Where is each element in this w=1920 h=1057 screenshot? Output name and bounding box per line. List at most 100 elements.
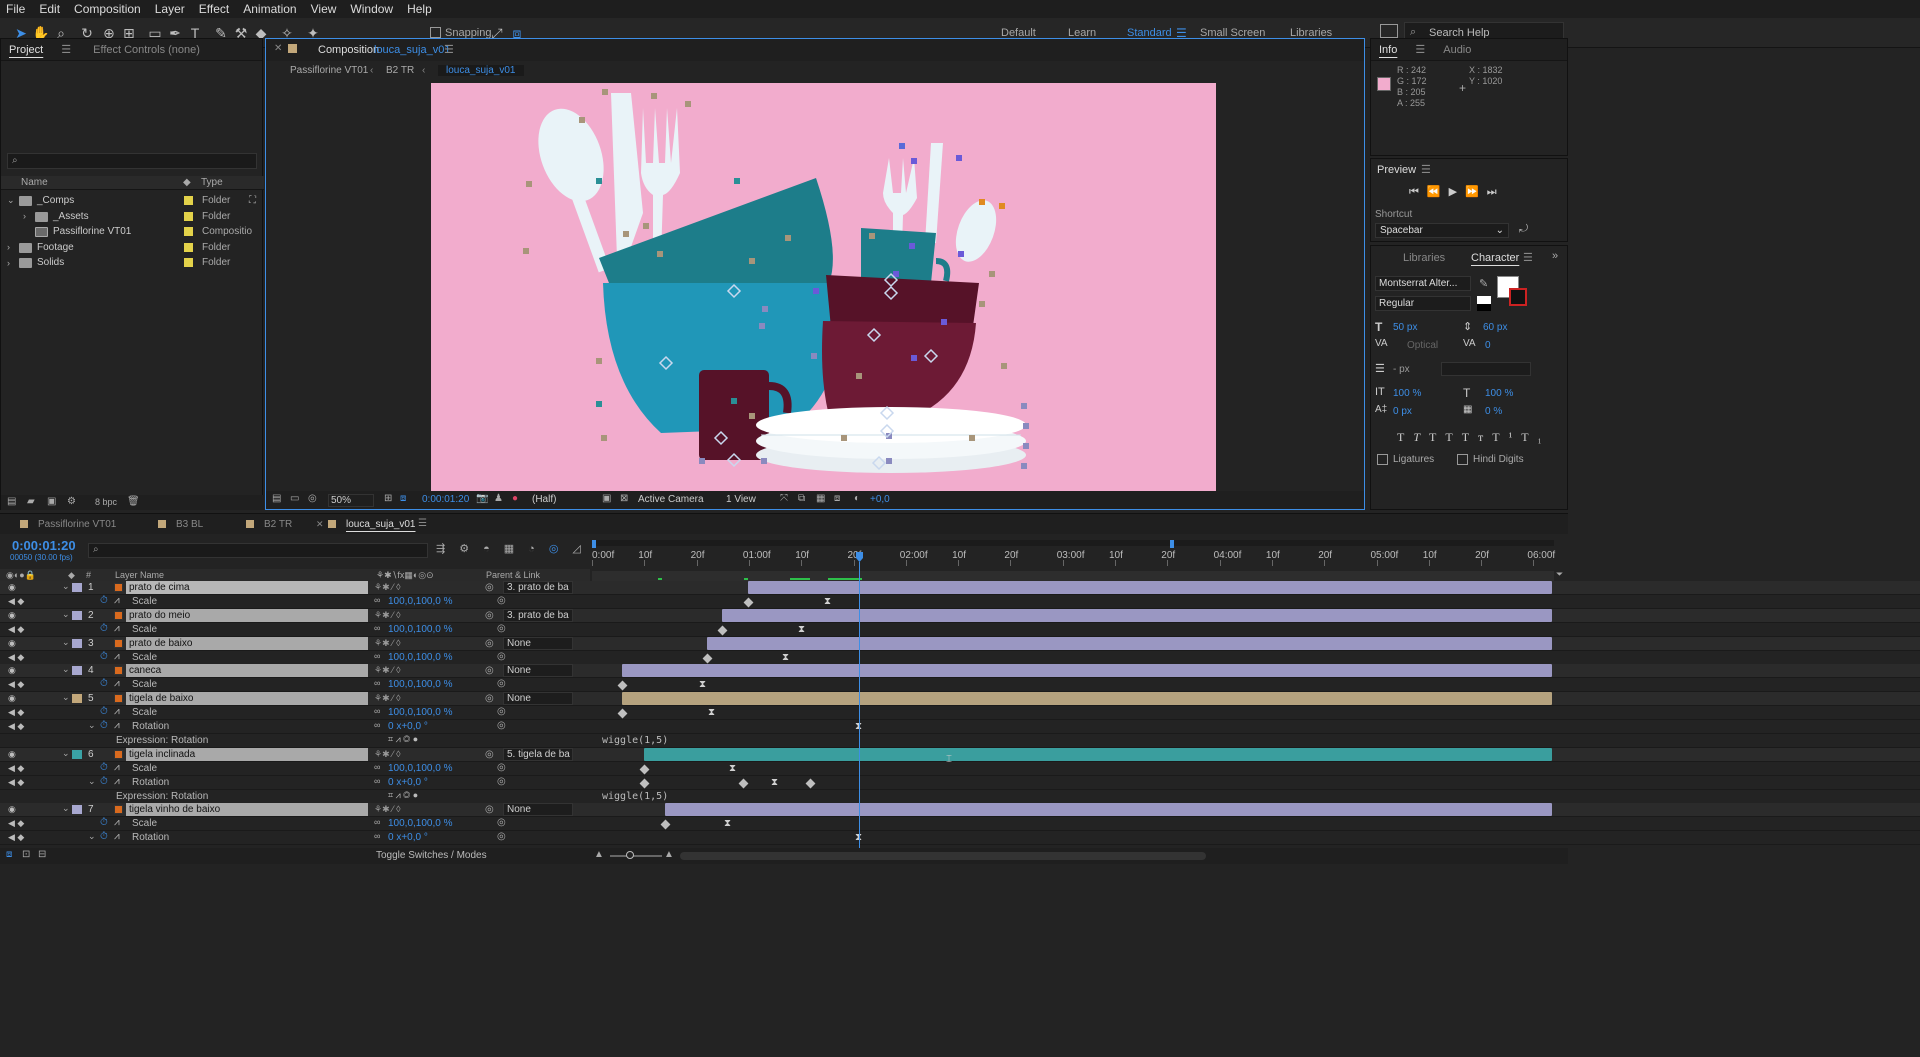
play-icon[interactable]: ▶ — [1449, 186, 1465, 198]
stopwatch-icon[interactable]: ⏱ — [100, 720, 108, 731]
graph-icon[interactable]: ⩘ — [114, 762, 120, 773]
keyframe-nav-icon[interactable]: ◀ ◆ — [8, 596, 24, 607]
pick-whip-icon[interactable]: ◎ — [485, 582, 494, 593]
label-swatch[interactable] — [184, 227, 193, 236]
layer-row[interactable]: ◉ ⌄ 7 tigela vinho de baixo ⚘✱ ⁄ ◊ ◎ None — [0, 803, 1920, 818]
chevron-down-icon[interactable]: ⌄ — [62, 637, 70, 648]
property-value[interactable]: 100,0,100,0 % — [388, 707, 453, 718]
timeline-timecode[interactable]: 0:00:01:20 — [12, 538, 76, 553]
all-caps-icon[interactable]: TT — [1429, 430, 1462, 444]
link-icon[interactable]: ∞ — [374, 762, 380, 772]
pick-whip-icon[interactable]: ◎ — [497, 678, 506, 689]
always-preview-icon[interactable]: ▤ — [272, 493, 281, 504]
keyframe[interactable] — [617, 680, 628, 691]
kerning-value[interactable]: Optical — [1407, 340, 1438, 351]
keyframe-nav-icon[interactable]: ◀ ◆ — [8, 777, 24, 788]
menu-window[interactable]: Window — [350, 2, 393, 16]
flowchart-icon[interactable]: ⛶ — [249, 195, 256, 206]
hold-keyframe-icon[interactable]: ⧗ — [824, 596, 831, 607]
pick-whip-icon[interactable]: ◎ — [497, 817, 506, 828]
eyedropper-icon[interactable]: ✎ — [1479, 277, 1488, 290]
pick-whip-icon[interactable]: ◎ — [497, 762, 506, 773]
label-swatch[interactable] — [184, 242, 193, 252]
column-type[interactable]: Type — [201, 177, 223, 188]
timeline-tab[interactable]: B2 TR — [264, 519, 292, 530]
zoom-slider[interactable] — [610, 855, 662, 857]
link-icon[interactable]: ∞ — [374, 595, 380, 605]
channel-icon[interactable]: ● — [512, 493, 518, 504]
close-icon[interactable]: ✕ — [274, 43, 282, 54]
white-swatch[interactable] — [1477, 296, 1491, 304]
menu-composition[interactable]: Composition — [74, 2, 141, 16]
snapping-checkbox[interactable] — [430, 27, 441, 38]
bit-depth-label[interactable]: 8 bpc — [95, 497, 117, 507]
layer-label-swatch[interactable] — [72, 583, 82, 592]
ligatures-checkbox[interactable] — [1377, 454, 1388, 465]
property-row[interactable]: ◀ ◆ ⌄ ⏱ ⩘ Rotation ∞ 0 x+0,0 ° ◎ ⧗ — [0, 775, 1920, 790]
chevron-right-icon[interactable]: › — [7, 258, 10, 268]
layer-duration-bar[interactable] — [665, 803, 1552, 817]
baseline-shift-value[interactable]: 0 px — [1393, 406, 1412, 417]
keyframe-nav-icon[interactable]: ◀ ◆ — [8, 652, 24, 663]
pick-whip-icon[interactable]: ◎ — [485, 665, 494, 676]
keyframe-nav-icon[interactable]: ◀ ◆ — [8, 707, 24, 718]
pick-whip-icon[interactable]: ◎ — [497, 651, 506, 662]
link-icon[interactable]: ∞ — [374, 706, 380, 716]
eye-icon[interactable]: ◉ — [8, 582, 16, 593]
pick-whip-icon[interactable]: ◎ — [485, 693, 494, 704]
timeline-search-input[interactable]: ⌕ — [88, 543, 428, 558]
comp-tab-name[interactable]: louca_suja_v01 — [374, 44, 450, 56]
keyframe[interactable] — [639, 764, 650, 775]
breadcrumb-item[interactable]: louca_suja_v01 — [438, 65, 524, 76]
property-row[interactable]: ◀ ◆ ⏱ ⩘ Scale ∞ 100,0,100,0 % ◎ ⧗ — [0, 650, 1920, 665]
comp-timecode[interactable]: 0:00:01:20 — [422, 494, 469, 505]
new-comp-icon[interactable]: ▣ — [47, 496, 56, 507]
layer-switches[interactable]: ⚘✱ ⁄ ◊ — [374, 638, 401, 649]
layer-switches[interactable]: ⚘✱ ⁄ ◊ — [374, 804, 401, 815]
panel-menu-icon[interactable]: ☰ — [1523, 251, 1533, 264]
horizontal-scale-value[interactable]: 100 % — [1485, 388, 1513, 399]
layer-row[interactable]: ◉ ⌄ 2 prato do meio ⚘✱ ⁄ ◊ ◎ 3. prato de ba — [0, 608, 1920, 623]
timeline-scrollbar[interactable] — [680, 852, 1206, 860]
chevron-down-icon[interactable]: ⌄ — [62, 609, 70, 620]
keyframe-nav-icon[interactable]: ◀ ◆ — [8, 624, 24, 635]
frame-blend-icon[interactable]: ▦ — [504, 543, 528, 555]
comp-canvas[interactable] — [431, 83, 1216, 491]
menu-view[interactable]: View — [311, 2, 337, 16]
expression-text[interactable]: wiggle(1,5) — [602, 735, 668, 746]
parent-select[interactable]: None — [503, 664, 573, 678]
keyframe[interactable] — [743, 597, 754, 608]
last-frame-icon[interactable]: ⏭ — [1487, 186, 1505, 198]
mask-visibility-icon[interactable]: ◎ — [308, 493, 317, 504]
panel-menu-icon[interactable]: ☰ — [444, 43, 454, 56]
camera-select[interactable]: Active Camera — [638, 494, 704, 505]
pick-whip-icon[interactable]: ◎ — [485, 610, 494, 621]
layer-name[interactable]: prato de cima — [126, 581, 368, 594]
layer-label-swatch[interactable] — [72, 638, 82, 648]
eye-icon[interactable]: ◉ — [8, 749, 16, 760]
work-area-start-handle[interactable] — [592, 540, 596, 548]
faux-italic-icon[interactable]: T — [1413, 430, 1429, 444]
layer-switches[interactable]: ⚘✱ ⁄ ◊ — [374, 582, 401, 593]
motion-blur-icon[interactable]: ◔ — [528, 543, 549, 555]
exposure-reset-icon[interactable]: ◐ — [854, 493, 860, 504]
property-row[interactable]: ◀ ◆ ⏱ ⩘ Scale ∞ 100,0,100,0 % ◎ ⧗ — [0, 678, 1920, 693]
tsume-value[interactable]: 0 % — [1485, 406, 1502, 417]
hold-keyframe-icon[interactable]: ⧗ — [771, 777, 778, 788]
column-name[interactable]: Name — [21, 177, 48, 188]
chevron-down-icon[interactable]: ⌄ — [62, 692, 70, 703]
link-icon[interactable]: ∞ — [374, 831, 380, 841]
column-parent[interactable]: Parent & Link — [486, 570, 540, 580]
keyframe-nav-icon[interactable]: ◀ ◆ — [8, 679, 24, 690]
comp-flow-icon[interactable]: ⇶ — [436, 543, 459, 555]
vertical-scale-value[interactable]: 100 % — [1393, 388, 1421, 399]
panel-toggle-icon[interactable] — [1380, 24, 1398, 38]
resolution-select[interactable]: (Half) — [532, 494, 556, 505]
layer-switches[interactable]: ⚘✱ ⁄ ◊ — [374, 749, 401, 760]
flowchart-icon[interactable]: ⧈ — [834, 493, 840, 504]
region-icon[interactable]: ⧈ — [400, 493, 406, 504]
menu-help[interactable]: Help — [407, 2, 432, 16]
chevron-down-icon[interactable]: ⌄ — [62, 748, 70, 759]
pick-whip-icon[interactable]: ◎ — [485, 638, 494, 649]
layer-row[interactable]: ◉ ⌄ 3 prato de baixo ⚘✱ ⁄ ◊ ◎ None — [0, 636, 1920, 651]
